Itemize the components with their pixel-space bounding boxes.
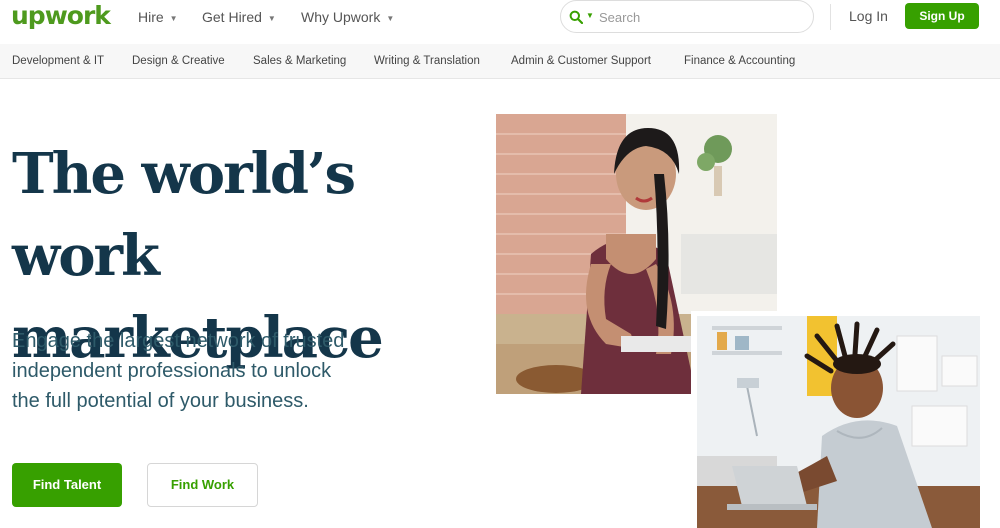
header-divider xyxy=(830,4,831,30)
signup-button[interactable]: Sign Up xyxy=(905,3,979,29)
login-link[interactable]: Log In xyxy=(849,8,888,24)
chevron-down-icon: ▼ xyxy=(386,13,395,23)
nav-get-hired[interactable]: Get Hired ▼ xyxy=(202,9,276,25)
hero-subhead-line1: Engage the largest network of trusted xyxy=(12,330,345,352)
hero-photo-man xyxy=(691,311,980,528)
search-icon[interactable] xyxy=(569,10,583,24)
category-design-creative[interactable]: Design & Creative xyxy=(132,55,225,67)
nav-why-upwork[interactable]: Why Upwork ▼ xyxy=(301,9,394,25)
find-talent-button[interactable]: Find Talent xyxy=(12,463,122,507)
category-bar: Development & IT Design & Creative Sales… xyxy=(0,44,1000,79)
category-admin-support[interactable]: Admin & Customer Support xyxy=(511,55,651,67)
nav-get-hired-label: Get Hired xyxy=(202,9,262,25)
search-input[interactable] xyxy=(599,8,799,26)
upwork-logo[interactable]: upwork xyxy=(11,1,111,30)
search-type-chevron-icon[interactable]: ▼ xyxy=(586,11,594,20)
category-development-it[interactable]: Development & IT xyxy=(12,55,104,67)
chevron-down-icon: ▼ xyxy=(169,13,178,23)
hero-photo-man-illustration xyxy=(697,316,980,528)
nav-why-upwork-label: Why Upwork xyxy=(301,9,381,25)
hero-subhead-line3: the full potential of your business. xyxy=(12,390,309,412)
hero-headline-line1: The world’s work xyxy=(12,141,356,289)
search-box[interactable]: ▼ xyxy=(560,0,814,33)
category-sales-marketing[interactable]: Sales & Marketing xyxy=(253,55,346,67)
category-writing-translation[interactable]: Writing & Translation xyxy=(374,55,480,67)
nav-hire[interactable]: Hire ▼ xyxy=(138,9,178,25)
chevron-down-icon: ▼ xyxy=(267,13,276,23)
hero-subhead: Engage the largest network of trusted in… xyxy=(12,326,412,416)
top-header: upwork Hire ▼ Get Hired ▼ Why Upwork ▼ ▼… xyxy=(0,0,1000,44)
find-work-button[interactable]: Find Work xyxy=(147,463,258,507)
hero-subhead-line2: independent professionals to unlock xyxy=(12,360,332,382)
nav-hire-label: Hire xyxy=(138,9,164,25)
category-finance-accounting[interactable]: Finance & Accounting xyxy=(684,55,795,67)
